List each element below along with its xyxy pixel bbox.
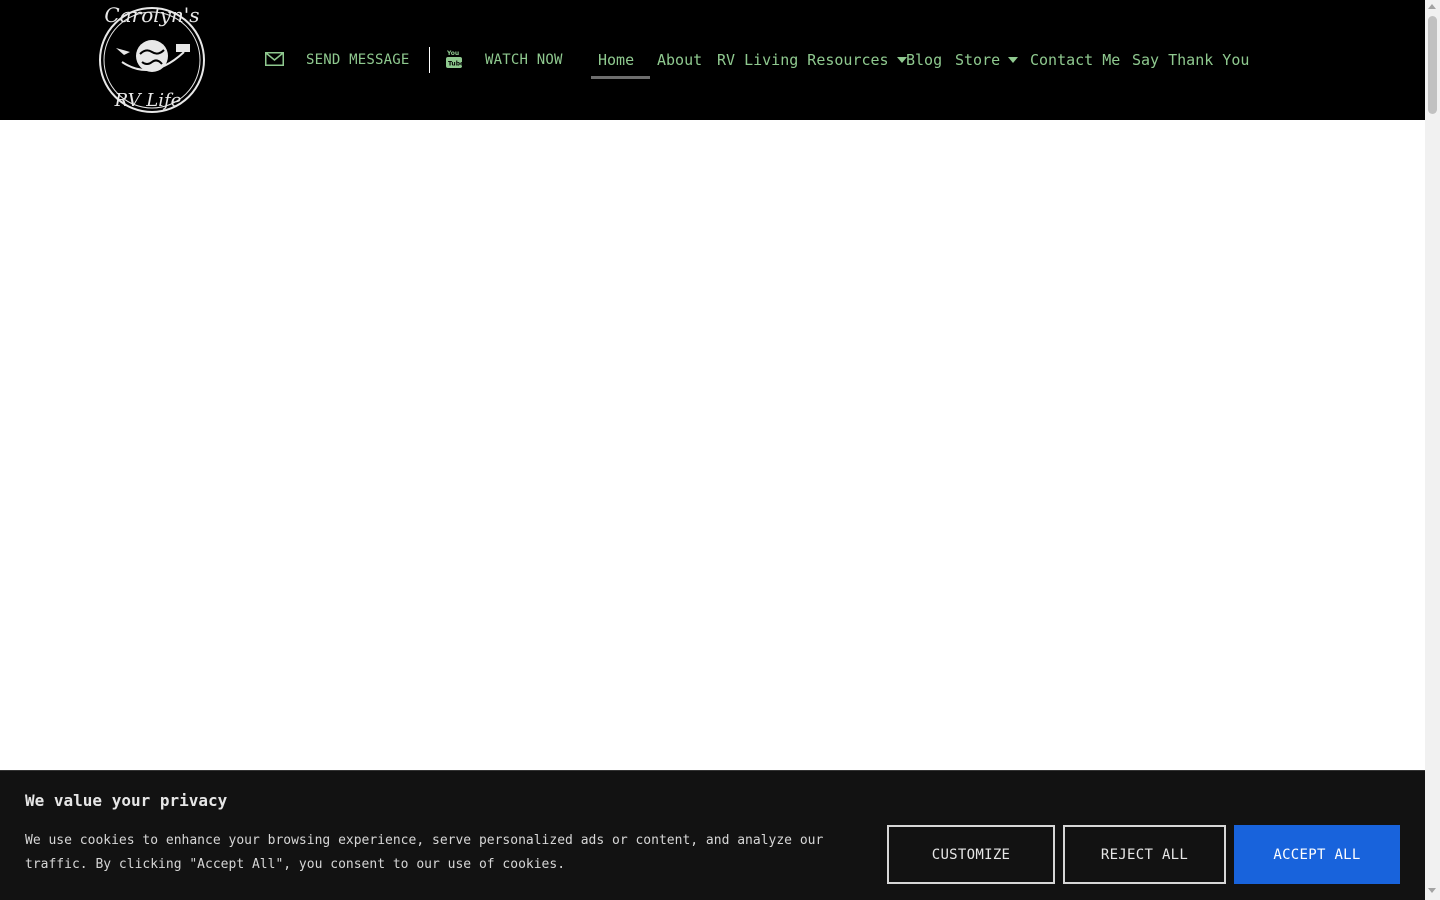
site-logo[interactable]: Carolyn's RV Life [94, 0, 210, 116]
svg-text:RV Life: RV Life [114, 90, 182, 111]
nav-item-blog[interactable]: Blog [906, 47, 942, 73]
svg-text:You: You [446, 50, 459, 57]
send-message-link[interactable]: SEND MESSAGE [306, 47, 410, 73]
nav-item-say-thank-you[interactable]: Say Thank You [1132, 47, 1249, 73]
nav-item-home[interactable]: Home [598, 47, 634, 73]
nav-item-label: Store [955, 51, 1001, 69]
watch-now-link[interactable]: WATCH NOW [485, 47, 563, 73]
nav-item-contact-me[interactable]: Contact Me [1030, 47, 1120, 73]
svg-text:Carolyn's: Carolyn's [104, 3, 199, 27]
envelope-icon[interactable] [265, 52, 284, 66]
reject-all-button[interactable]: REJECT ALL [1063, 825, 1226, 884]
youtube-icon[interactable]: You Tube [445, 49, 463, 69]
header-divider [429, 47, 430, 73]
site-header: Carolyn's RV Life SEND MESSAGE You Tube … [0, 0, 1425, 120]
accept-all-button[interactable]: ACCEPT ALL [1234, 825, 1400, 884]
scroll-down-arrow-icon[interactable] [1428, 888, 1436, 893]
nav-item-label: RV Living Resources [717, 51, 889, 69]
nav-item-rv-living-resources[interactable]: RV Living Resources [717, 47, 907, 73]
cookie-consent-banner: We value your privacy We use cookies to … [0, 770, 1425, 900]
page-scrollbar[interactable] [1425, 0, 1440, 900]
svg-text:Tube: Tube [448, 61, 463, 68]
scroll-up-arrow-icon[interactable] [1428, 4, 1436, 9]
caret-down-icon [1008, 57, 1019, 63]
scrollbar-thumb[interactable] [1428, 16, 1437, 114]
nav-item-store[interactable]: Store [955, 47, 1019, 73]
cookie-banner-text: We use cookies to enhance your browsing … [25, 833, 824, 872]
customize-button[interactable]: CUSTOMIZE [887, 825, 1055, 884]
nav-active-indicator [591, 76, 650, 79]
cookie-banner-title: We value your privacy [25, 791, 228, 810]
nav-item-about[interactable]: About [657, 47, 702, 73]
